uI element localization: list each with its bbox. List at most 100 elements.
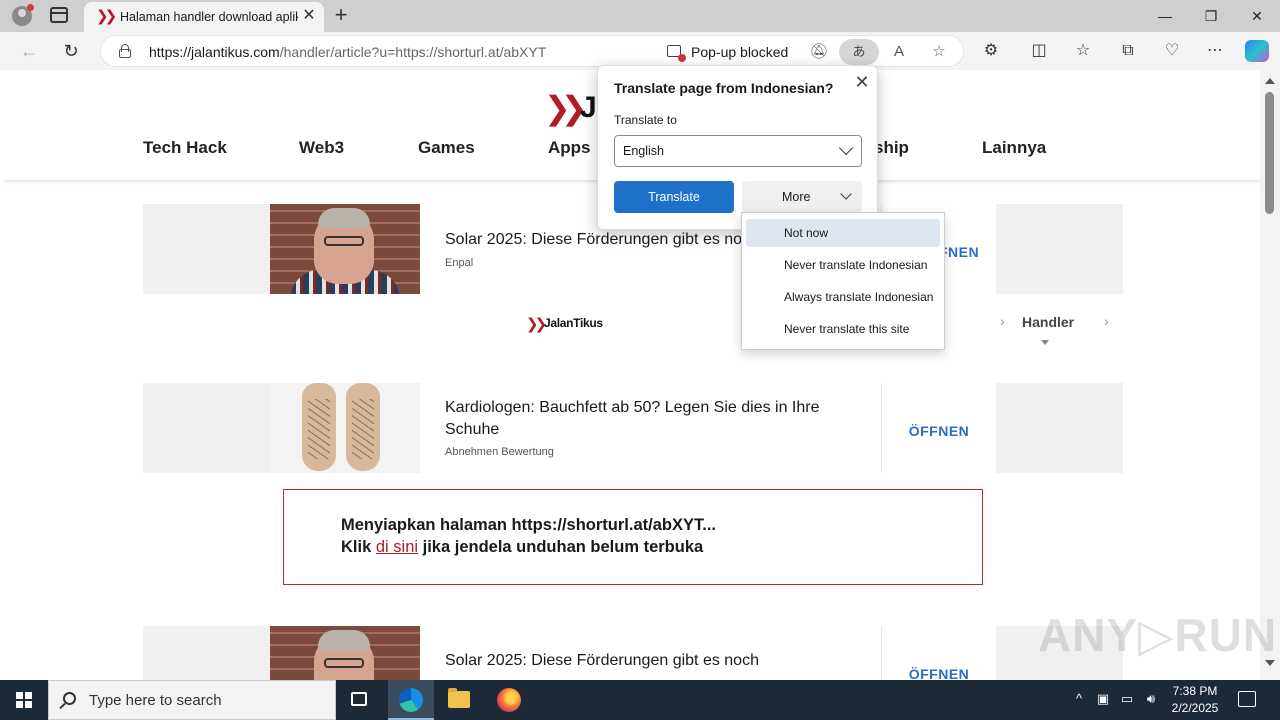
- task-view-icon: [351, 692, 367, 706]
- copilot-icon[interactable]: [1245, 40, 1269, 62]
- windows-taskbar: Type here to search ^ ▣ ▭ 🔊︎ 7:38 PM 2/2…: [0, 680, 1280, 720]
- jalantikus-favicon-icon: ❯❯: [96, 8, 117, 25]
- ad-content[interactable]: Solar 2025: Diese Förderungen gibt es no…: [420, 626, 881, 680]
- breadcrumb-brand[interactable]: JalanTikus: [544, 316, 603, 330]
- edge-icon: [399, 688, 423, 712]
- nav-lainnya[interactable]: Lainnya: [982, 138, 1046, 158]
- download-notice: Menyiapkan halaman https://shorturl.at/a…: [283, 489, 983, 585]
- notice-click-line: Klik di sini jika jendela unduhan belum …: [341, 538, 704, 556]
- page-scrollbar[interactable]: [1260, 70, 1280, 680]
- notification-center-icon[interactable]: [1238, 691, 1256, 707]
- breadcrumb-current[interactable]: Handler: [1022, 314, 1074, 330]
- tab-strip: ❯❯ Halaman handler download aplik ✕ + — …: [0, 0, 1280, 32]
- site-logo-letter[interactable]: J: [580, 90, 597, 126]
- ad-open-button[interactable]: ÖFFNEN: [881, 626, 996, 680]
- ad-image-feet[interactable]: [270, 383, 420, 473]
- search-placeholder: Type here to search: [89, 692, 222, 709]
- taskbar-search-box[interactable]: Type here to search: [48, 680, 336, 720]
- split-screen-icon[interactable]: ◫: [1027, 39, 1051, 63]
- search-icon: [63, 692, 76, 705]
- popup-blocked-icon[interactable]: [667, 45, 686, 62]
- ad-banner-2[interactable]: ▷ Kardiologen: Bauchfett ab 50? Legen Si…: [143, 383, 1123, 473]
- breadcrumb-chevron-icon: ›: [1000, 313, 1005, 329]
- clock-time: 7:38 PM: [1172, 684, 1218, 698]
- more-button[interactable]: More: [742, 181, 862, 213]
- browser-tab-active[interactable]: ❯❯ Halaman handler download aplik ✕: [84, 2, 324, 32]
- taskbar-file-explorer[interactable]: [436, 680, 482, 720]
- favorites-icon[interactable]: ☆: [1071, 39, 1095, 63]
- profile-notification-dot: [27, 4, 34, 11]
- more-button-label: More: [782, 190, 811, 204]
- breadcrumb-chevron-icon: ›: [1104, 313, 1109, 329]
- folder-icon: [448, 688, 470, 708]
- scroll-up-arrow-icon[interactable]: [1265, 78, 1275, 84]
- start-button[interactable]: [0, 680, 48, 720]
- jalantikus-logo-icon[interactable]: ❯❯: [544, 90, 588, 126]
- ad-content[interactable]: Kardiologen: Bauchfett ab 50? Legen Sie …: [420, 383, 881, 473]
- new-tab-button[interactable]: +: [330, 4, 352, 26]
- device-icon[interactable]: ▣: [1094, 690, 1112, 708]
- restore-button[interactable]: ❐: [1188, 0, 1234, 32]
- ad-source: Enpal: [445, 257, 474, 269]
- more-options-menu: Not now Never translate Indonesian Alway…: [741, 212, 945, 350]
- volume-icon[interactable]: 🔊︎: [1142, 690, 1160, 708]
- translate-icon[interactable]: あ: [839, 39, 879, 65]
- windows-logo-icon: [16, 692, 32, 708]
- taskbar-clock[interactable]: 7:38 PM 2/2/2025: [1160, 683, 1230, 717]
- refresh-button[interactable]: ↻: [58, 38, 84, 64]
- ad-source: Abnehmen Bewertung: [445, 446, 554, 458]
- browser-essentials-icon[interactable]: ♡: [1160, 39, 1184, 63]
- nav-web3[interactable]: Web3: [299, 138, 344, 158]
- chevron-down-icon: [840, 188, 852, 200]
- collections-icon[interactable]: ⧉: [1116, 39, 1140, 63]
- back-button[interactable]: ←: [16, 38, 42, 64]
- translate-close-button[interactable]: ✕: [850, 70, 874, 94]
- tab-title: Halaman handler download aplik: [120, 10, 298, 24]
- translate-button[interactable]: Translate: [614, 181, 734, 213]
- url-text[interactable]: https://jalantikus.com/handler/article?u…: [149, 44, 546, 60]
- minimize-button[interactable]: —: [1142, 0, 1188, 32]
- tab-close-button[interactable]: ✕: [300, 7, 318, 25]
- breadcrumb-logo-icon[interactable]: ❯❯: [526, 315, 547, 333]
- menu-item-never-translate-language[interactable]: Never translate Indonesian: [746, 251, 940, 279]
- ad-image-man[interactable]: [270, 204, 420, 294]
- tab-actions-icon[interactable]: [50, 7, 68, 23]
- scroll-thumb[interactable]: [1265, 92, 1274, 214]
- clock-date: 2/2/2025: [1171, 701, 1219, 715]
- ad-banner-3[interactable]: Solar 2025: Diese Förderungen gibt es no…: [143, 626, 1123, 680]
- nav-apps[interactable]: Apps: [548, 138, 591, 158]
- show-hidden-icons-chevron-icon[interactable]: ^: [1070, 690, 1088, 708]
- ad-open-button[interactable]: ÖFFNEN: [881, 383, 996, 473]
- task-view-button[interactable]: [337, 680, 383, 720]
- click-here-link[interactable]: di sini: [376, 538, 418, 556]
- favorite-star-icon[interactable]: ☆: [927, 40, 951, 64]
- nav-tech-hack[interactable]: Tech Hack: [143, 138, 227, 158]
- taskbar-firefox[interactable]: [486, 680, 532, 720]
- ad-title[interactable]: Solar 2025: Diese Förderungen gibt es no…: [445, 650, 759, 672]
- notice-preparing-text: Menyiapkan halaman https://shorturl.at/a…: [341, 516, 716, 534]
- selected-language: English: [623, 144, 664, 158]
- more-options-icon[interactable]: ⋯: [1203, 39, 1227, 63]
- network-icon[interactable]: ▭: [1118, 690, 1136, 708]
- breadcrumb-dropdown-icon[interactable]: [1041, 340, 1049, 345]
- extensions-icon[interactable]: ⚙: [979, 39, 1003, 63]
- popup-blocked-label[interactable]: Pop-up blocked: [691, 44, 788, 60]
- lock-icon[interactable]: [119, 44, 131, 58]
- ad-title[interactable]: Kardiologen: Bauchfett ab 50? Legen Sie …: [445, 397, 855, 441]
- read-aloud-icon[interactable]: A: [887, 40, 911, 64]
- menu-item-not-now[interactable]: Not now: [746, 219, 940, 247]
- taskbar-edge[interactable]: [388, 680, 434, 720]
- nav-partial-item[interactable]: ship: [874, 138, 909, 158]
- address-bar[interactable]: https://jalantikus.com/handler/article?u…: [100, 35, 964, 67]
- ad-image-man[interactable]: [270, 626, 420, 680]
- notification-off-icon[interactable]: 🔕︎: [807, 40, 831, 64]
- menu-item-always-translate[interactable]: Always translate Indonesian: [746, 283, 940, 311]
- target-language-select[interactable]: English: [614, 135, 862, 167]
- close-window-button[interactable]: ✕: [1234, 0, 1280, 32]
- chevron-down-icon: [838, 140, 854, 156]
- firefox-icon: [497, 688, 521, 712]
- ad-title[interactable]: Solar 2025: Diese Förderungen gibt es no: [445, 229, 742, 251]
- menu-item-never-translate-site[interactable]: Never translate this site: [746, 315, 940, 343]
- nav-games[interactable]: Games: [418, 138, 475, 158]
- anyrun-watermark: ANY▷RUN: [1038, 609, 1278, 661]
